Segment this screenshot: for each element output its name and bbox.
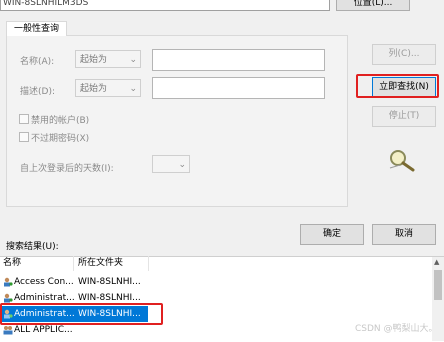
description-match-value: 起始为 — [80, 84, 108, 94]
name-label: 名称(A): — [20, 57, 55, 67]
row-folder: WIN-8SLNHI... — [78, 277, 141, 287]
user-icon — [4, 277, 13, 287]
location-button[interactable]: 位置(L)... — [336, 0, 410, 11]
tab-general-query[interactable]: 一般性查询 — [6, 21, 68, 36]
chevron-down-icon: ⌄ — [129, 84, 137, 94]
disabled-accounts-checkbox[interactable] — [19, 114, 29, 124]
row-name: Access Con... — [14, 277, 74, 287]
disabled-accounts-label: 禁用的帐户(B) — [31, 116, 90, 126]
scrollbar-thumb[interactable] — [434, 270, 442, 300]
search-location-field: WIN-8SLNHILM3DS — [0, 0, 330, 11]
name-match-combo[interactable]: 起始为 ⌄ — [75, 50, 141, 68]
row-name: ALL APPLIC... — [14, 325, 73, 335]
chevron-down-icon: ⌄ — [178, 160, 186, 170]
name-match-value: 起始为 — [80, 55, 108, 65]
description-match-combo[interactable]: 起始为 ⌄ — [75, 79, 141, 97]
column-header-name[interactable]: 名称 — [0, 256, 74, 271]
column-header-folder[interactable]: 所在文件夹 — [75, 256, 149, 271]
description-input[interactable] — [152, 77, 325, 99]
group-icon — [3, 326, 13, 335]
non-expiring-password-checkbox[interactable] — [19, 132, 29, 142]
ok-button[interactable]: 确定 — [300, 224, 364, 245]
search-animation-icon — [389, 150, 415, 172]
find-now-highlight — [356, 74, 439, 98]
description-label: 描述(D): — [20, 87, 55, 97]
days-since-logon-label: 自上次登录后的天数(I): — [20, 164, 114, 174]
columns-button[interactable]: 列(C)... — [372, 44, 436, 65]
user-icon — [4, 293, 13, 303]
stop-button[interactable]: 停止(T) — [372, 106, 436, 127]
non-expiring-password-label: 不过期密码(X) — [31, 134, 90, 144]
chevron-down-icon: ⌄ — [129, 55, 137, 65]
watermark: CSDN @鸭梨山大。 — [355, 324, 438, 334]
scroll-up-icon[interactable]: ▲ — [434, 258, 439, 266]
table-row[interactable]: Access Con... WIN-8SLNHI... — [0, 274, 432, 290]
name-input[interactable] — [152, 49, 325, 71]
days-since-logon-combo[interactable]: ⌄ — [152, 155, 190, 173]
cancel-button[interactable]: 取消 — [372, 224, 436, 245]
search-results-label: 搜索结果(U): — [6, 242, 59, 252]
